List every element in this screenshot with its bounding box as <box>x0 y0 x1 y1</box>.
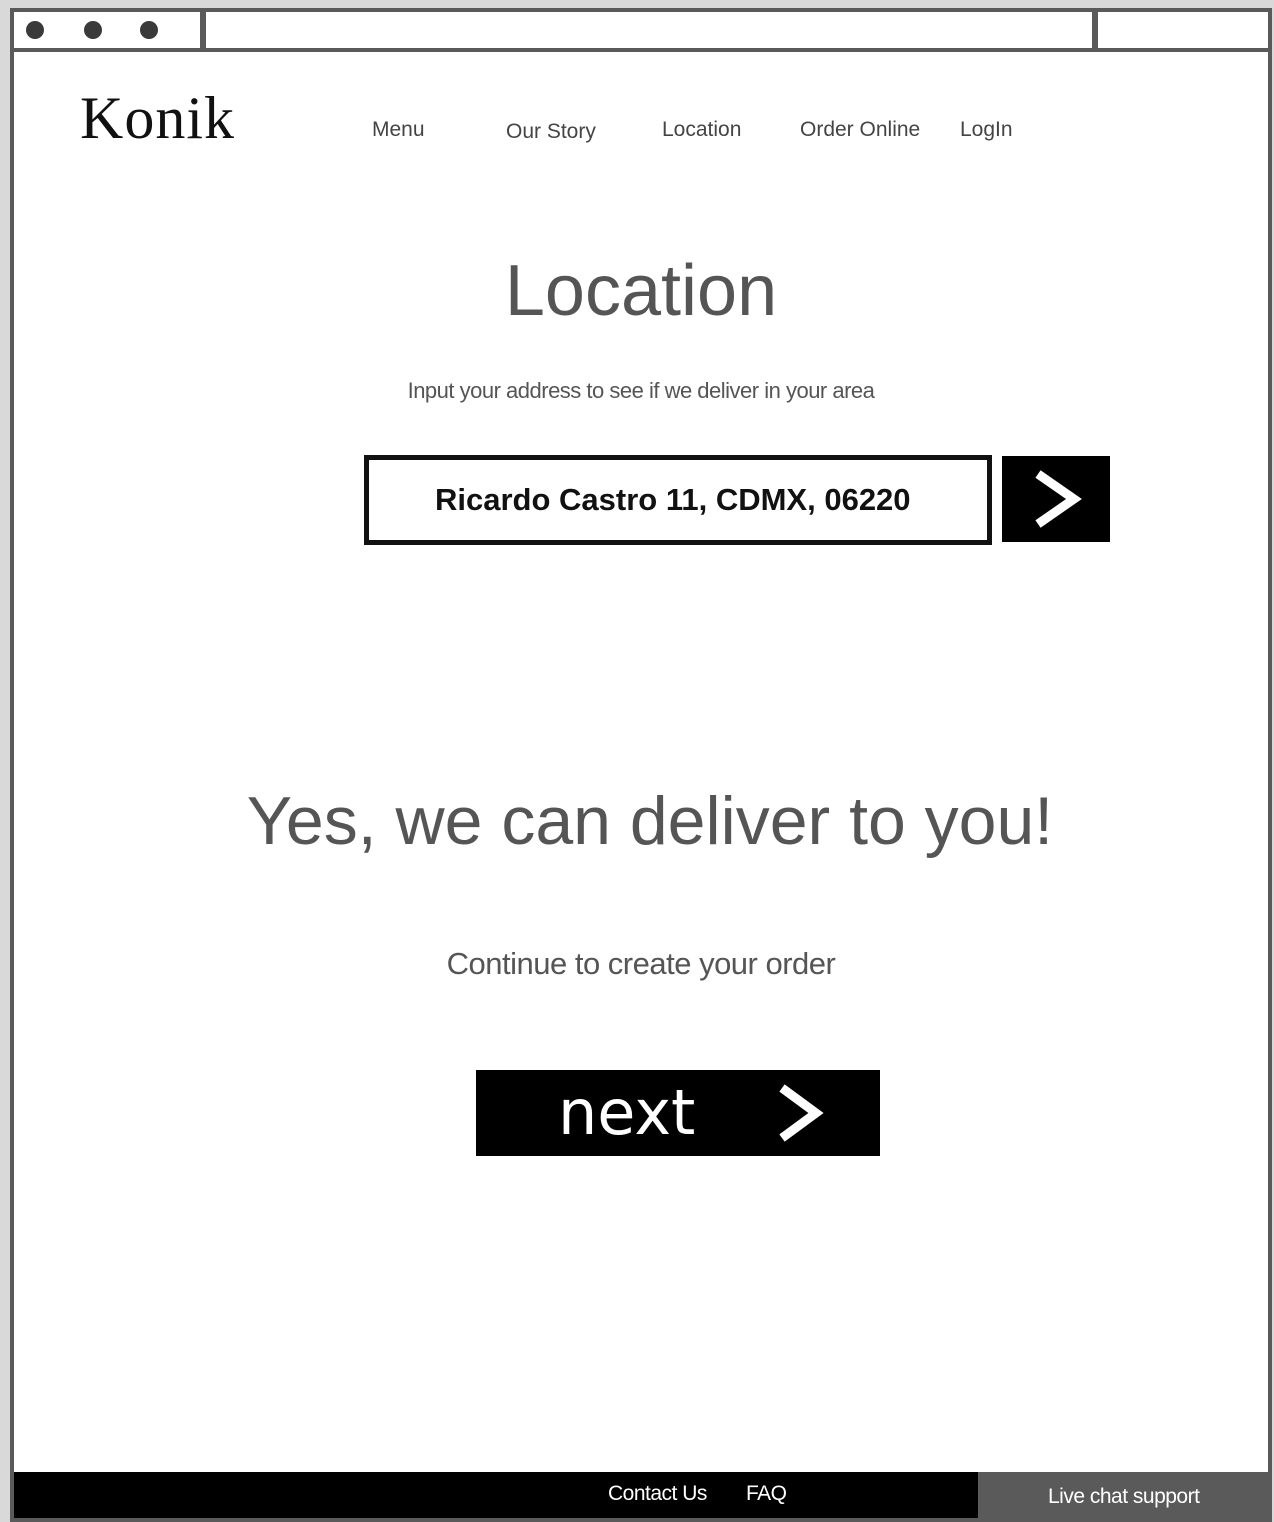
next-button-label: next <box>558 1076 696 1149</box>
address-input[interactable] <box>364 455 992 545</box>
window-control-dot[interactable] <box>84 21 102 39</box>
browser-window: Konik Menu Our Story Location Order Onli… <box>10 8 1272 1522</box>
browser-toolbar <box>14 12 1268 52</box>
subtitle: Input your address to see if we deliver … <box>407 378 875 403</box>
submit-address-button[interactable] <box>1002 456 1110 542</box>
live-chat-support-button[interactable]: Live chat support <box>978 1472 1268 1518</box>
address-bar[interactable] <box>200 12 1098 48</box>
continue-text: Continue to create your order <box>446 946 836 981</box>
nav-item-order-online[interactable]: Order Online <box>800 118 920 142</box>
next-button[interactable]: next <box>476 1070 880 1156</box>
nav-item-login[interactable]: LogIn <box>960 118 1013 142</box>
window-control-dot[interactable] <box>140 21 158 39</box>
page-title: Location <box>504 251 778 331</box>
nav-item-location[interactable]: Location <box>662 118 741 142</box>
nav-item-menu[interactable]: Menu <box>372 118 425 142</box>
delivery-result-headline: Yes, we can deliver to you! <box>246 783 1054 859</box>
footer-faq-link[interactable]: FAQ <box>746 1482 787 1506</box>
logo[interactable]: Konik <box>80 84 235 153</box>
chevron-right-icon <box>779 1084 824 1142</box>
chevron-right-icon <box>1035 470 1082 528</box>
nav-item-our-story[interactable]: Our Story <box>506 120 596 144</box>
footer-contact-us-link[interactable]: Contact Us <box>608 1482 707 1506</box>
footer: Contact Us FAQ Live chat support <box>14 1472 1268 1518</box>
window-control-dot[interactable] <box>26 21 44 39</box>
